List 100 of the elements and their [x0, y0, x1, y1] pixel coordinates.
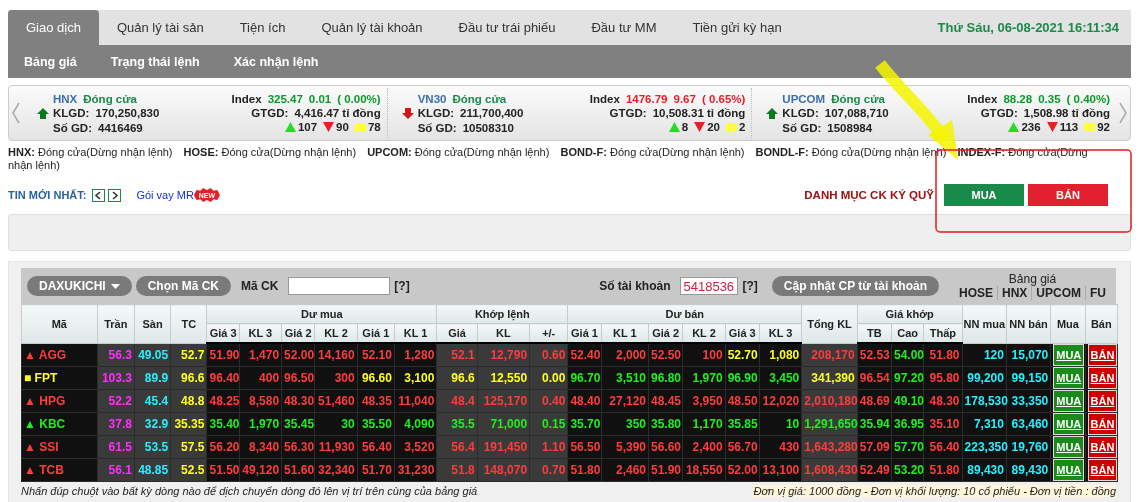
down-triangle-icon [1046, 121, 1058, 132]
row-buy-button[interactable]: MUA [1053, 412, 1085, 435]
watchlist-dropdown[interactable]: DAXUKICHI [27, 276, 132, 296]
row-buy-button[interactable]: MUA [1053, 343, 1085, 366]
index-value: 1476.79 [625, 92, 668, 105]
column-header: NN bán [1006, 304, 1051, 343]
buy-button[interactable]: MUA [944, 184, 1024, 206]
row-buy-button[interactable]: MUA [1053, 435, 1085, 458]
symbol-cell[interactable]: ▲ KBC [21, 412, 98, 435]
update-button[interactable]: Cập nhật CP từ tài khoản [771, 276, 939, 296]
column-header: Giá khớp [857, 304, 963, 324]
count-value: 113 [1059, 120, 1079, 133]
account-label: Số tài khoản [599, 279, 671, 293]
column-header: TC [170, 304, 207, 343]
symbol-cell[interactable]: ▲ TCB [21, 458, 98, 481]
chevron-right-icon[interactable] [1118, 102, 1128, 124]
nav-tab[interactable]: Quản lý tài sản [98, 10, 222, 45]
index-change: 9.67 [673, 92, 696, 105]
sell-button[interactable]: BÁN [1028, 184, 1108, 206]
column-header: NN mua [962, 304, 1007, 343]
column-header: Khớp lệnh [436, 304, 568, 324]
nav-tab[interactable]: Tiện ích [221, 10, 304, 45]
help-link[interactable]: [?] [742, 279, 758, 293]
row-sell-button[interactable]: BÁN [1087, 389, 1118, 412]
index-percent: ( 0.65%) [701, 92, 746, 105]
exchange-link[interactable]: UPCOM [1031, 286, 1085, 300]
symbol-cell[interactable]: ▲ HPG [21, 389, 98, 412]
field-label: Số GD: [53, 121, 92, 134]
field-label: KLGD: [53, 107, 90, 119]
news-label: TIN MỚI NHẤT: [8, 189, 87, 201]
previous-button[interactable] [92, 188, 106, 202]
count-value: 236 [1021, 120, 1041, 133]
caret-icon [110, 283, 120, 289]
news-link[interactable]: Gói vay MR [136, 189, 194, 201]
exchange-link[interactable]: HNX [997, 286, 1032, 300]
index-value: 325.47 [267, 92, 303, 105]
volume-value: 211,700,400 [460, 107, 524, 119]
row-buy-button[interactable]: MUA [1053, 389, 1085, 412]
field-label: KLGD: [417, 107, 455, 119]
nav-tab[interactable]: Tiền gửi kỳ hạn [674, 10, 800, 45]
nav-tab[interactable]: Quản lý tài khoản [303, 10, 441, 45]
count-value: 90 [336, 120, 349, 133]
sub-nav-item[interactable]: Trạng thái lệnh [110, 54, 200, 69]
field-label: GTGD: [980, 106, 1018, 119]
row-sell-button[interactable]: BÁN [1087, 366, 1118, 389]
symbol-input[interactable] [288, 277, 391, 295]
chevron-left-icon[interactable] [11, 102, 21, 124]
index-change: 0.35 [1038, 92, 1061, 105]
nav-tab[interactable]: Đầu tư MM [573, 10, 675, 45]
row-sell-button[interactable]: BÁN [1087, 458, 1118, 481]
column-header: Bán [1085, 304, 1118, 343]
pick-symbol-button[interactable]: Chọn Mã CK [135, 276, 231, 296]
value-traded: 10,508.31 tỉ đồng [652, 106, 746, 119]
column-header: Sàn [134, 304, 171, 343]
count-value: 92 [1097, 120, 1110, 133]
symbol-cell[interactable]: ■ FPT [21, 366, 98, 389]
down-triangle-icon [323, 121, 335, 132]
board-label: Bảng giá [1008, 272, 1057, 286]
column-header: Trần [97, 304, 135, 343]
count-value: 20 [707, 120, 720, 133]
volume-value: 170,250,830 [95, 107, 160, 119]
field-label: Số GD: [782, 121, 822, 134]
next-button[interactable] [108, 188, 122, 202]
index-label: Index [967, 92, 998, 105]
volume-value: 107,088,710 [824, 107, 889, 119]
row-sell-button[interactable]: BÁN [1087, 435, 1118, 458]
market-name: HNX [53, 92, 78, 105]
column-header: Dư mua [206, 304, 437, 324]
sub-nav-item[interactable]: Bảng giá [24, 54, 77, 69]
nav-tab[interactable]: Đầu tư trái phiếu [440, 10, 574, 45]
margin-list-link[interactable]: DANH MỤC CK KÝ QUỸ [804, 189, 934, 201]
field-label: Số GD: [417, 121, 457, 134]
up-triangle-icon [284, 121, 296, 132]
row-buy-button[interactable]: MUA [1053, 366, 1085, 389]
exchange-link[interactable]: HOSE [954, 286, 997, 300]
value-traded: 1,508.98 tỉ đồng [1023, 106, 1110, 119]
symbol-cell[interactable]: ▲ AGG [21, 343, 98, 366]
field-label: KLGD: [782, 107, 819, 119]
date-time: Thứ Sáu, 06-08-2021 16:11:34 [937, 20, 1120, 35]
index-label: Index [231, 92, 262, 105]
symbol-cell[interactable]: ▲ SSI [21, 435, 98, 458]
nav-tab[interactable]: Giao dịch [8, 10, 99, 45]
row-buy-button[interactable]: MUA [1053, 458, 1085, 481]
help-link[interactable]: [?] [394, 279, 410, 293]
index-change: 0.01 [308, 92, 332, 105]
count-value: 107 [297, 120, 318, 133]
trades-value: 4416469 [98, 121, 143, 134]
index-value: 88.28 [1003, 92, 1033, 105]
exchange-link[interactable]: FU [1085, 286, 1110, 300]
index-percent: ( 0.40%) [1066, 92, 1110, 105]
market-name: VN30 [417, 92, 447, 105]
sub-nav-item[interactable]: Xác nhận lệnh [233, 54, 319, 69]
up-triangle-icon [668, 121, 680, 132]
account-input[interactable]: 5418536 [680, 277, 739, 295]
count-value: 78 [367, 120, 381, 133]
value-traded: 4,416.47 tỉ đồng [294, 106, 381, 119]
row-sell-button[interactable]: BÁN [1087, 343, 1118, 366]
index-label: Index [589, 92, 620, 105]
row-sell-button[interactable]: BÁN [1087, 412, 1118, 435]
down-triangle-icon [694, 121, 706, 132]
